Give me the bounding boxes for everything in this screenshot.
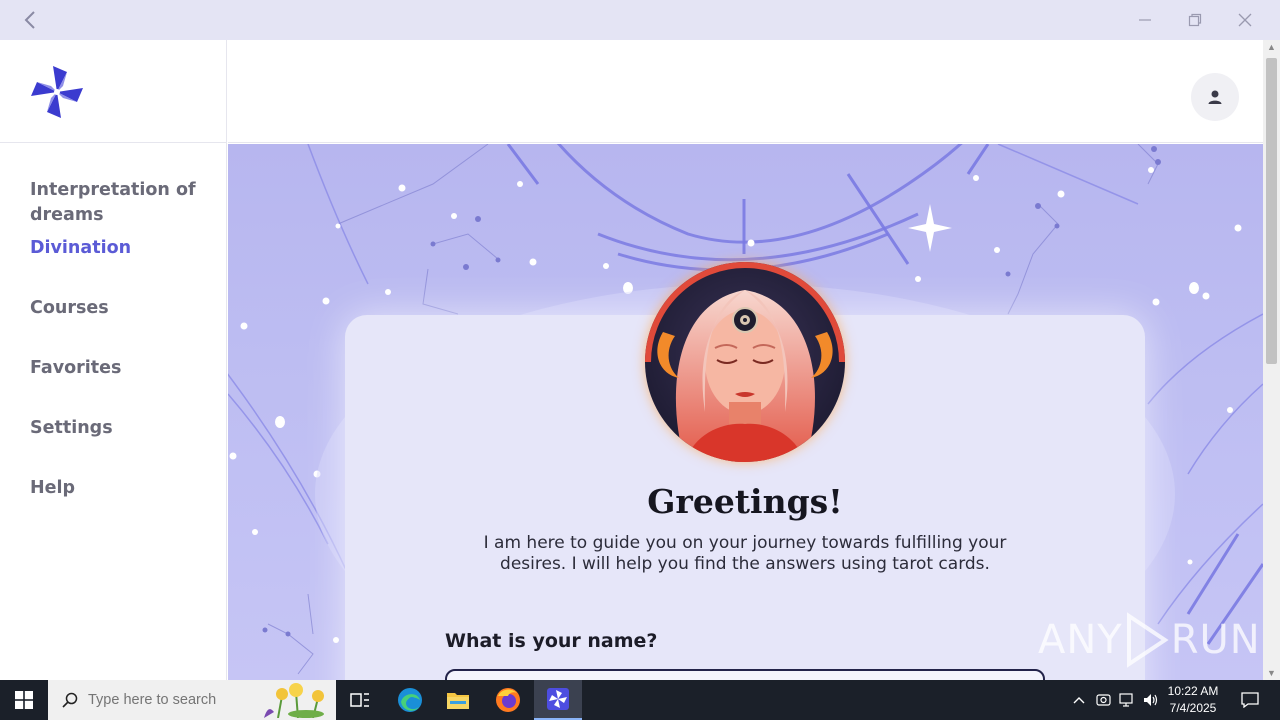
greeting-title: Greetings! (647, 482, 843, 521)
sidebar-item-courses[interactable]: Courses (0, 296, 226, 356)
window-titlebar (0, 0, 1280, 40)
watermark-text-right: RUN (1170, 617, 1261, 663)
profile-button[interactable] (1191, 73, 1239, 121)
vertical-scrollbar[interactable]: ▲ ▼ (1263, 40, 1280, 680)
play-logo-icon (1126, 612, 1169, 668)
fortune-teller-portrait (645, 262, 845, 462)
intro-text: I am here to guide you on your journey t… (483, 533, 1007, 574)
minimize-icon (1139, 19, 1151, 21)
network-button[interactable] (1116, 680, 1138, 720)
chevron-left-icon (24, 11, 35, 29)
start-button[interactable] (0, 680, 48, 720)
taskbar-search[interactable] (48, 680, 336, 720)
notification-icon (1241, 692, 1259, 708)
search-icon (62, 692, 78, 708)
chevron-up-icon (1073, 697, 1085, 704)
close-icon (1238, 13, 1252, 27)
name-input[interactable] (445, 669, 1045, 680)
clock-date: 7/4/2025 (1169, 701, 1217, 715)
windows-taskbar: 10:22 AM 7/4/2025 (0, 680, 1280, 720)
file-explorer-icon (447, 693, 469, 709)
task-view-icon (350, 693, 369, 707)
flowers-decoration-icon (264, 683, 324, 718)
windows-logo-icon (15, 691, 33, 709)
restore-icon (1188, 13, 1202, 27)
network-icon (1119, 693, 1133, 707)
camera-icon (1095, 694, 1111, 706)
firefox-icon (496, 688, 520, 712)
sidebar: Interpretation of dreams Divination Cour… (0, 40, 227, 680)
maximize-button[interactable] (1172, 0, 1218, 40)
anyrun-watermark: ANY RUN (1038, 612, 1261, 668)
firefox-taskbar-button[interactable] (484, 680, 532, 720)
top-header (228, 40, 1263, 143)
person-icon (1208, 90, 1222, 104)
file-explorer-taskbar-button[interactable] (434, 680, 482, 720)
show-hidden-icons-button[interactable] (1068, 680, 1090, 720)
tarot-app-icon (547, 688, 569, 710)
sidebar-item-help[interactable]: Help (0, 476, 226, 536)
pinwheel-logo[interactable] (26, 61, 88, 123)
sidebar-item-interpretation-of-dreams[interactable]: Interpretation of dreams (0, 176, 226, 236)
taskbar-clock[interactable]: 10:22 AM 7/4/2025 (1160, 683, 1226, 717)
sidebar-item-settings[interactable]: Settings (0, 416, 226, 476)
clock-time: 10:22 AM (1167, 684, 1219, 698)
tarot-app-taskbar-button[interactable] (534, 680, 582, 720)
scroll-thumb[interactable] (1266, 58, 1277, 364)
volume-button[interactable] (1140, 680, 1162, 720)
edge-taskbar-button[interactable] (386, 680, 434, 720)
scroll-down-arrow-icon[interactable]: ▼ (1267, 668, 1276, 678)
sidebar-item-favorites[interactable]: Favorites (0, 356, 226, 416)
back-button[interactable] (10, 0, 50, 40)
logo-area (0, 40, 226, 143)
search-input[interactable] (88, 692, 278, 708)
edge-icon (398, 688, 422, 712)
watermark-text-left: ANY (1038, 617, 1123, 663)
tray-meet-button[interactable] (1092, 680, 1114, 720)
minimize-button[interactable] (1122, 0, 1168, 40)
notification-center-button[interactable] (1230, 680, 1270, 720)
divination-main: Greetings! I am here to guide you on you… (228, 144, 1263, 680)
sidebar-item-divination[interactable]: Divination (0, 236, 226, 296)
task-view-button[interactable] (336, 680, 384, 720)
speaker-icon (1144, 694, 1158, 706)
scroll-up-arrow-icon[interactable]: ▲ (1267, 42, 1276, 52)
close-button[interactable] (1222, 0, 1268, 40)
sidebar-nav: Interpretation of dreams Divination Cour… (0, 143, 226, 536)
name-field-label: What is your name? (445, 630, 658, 652)
